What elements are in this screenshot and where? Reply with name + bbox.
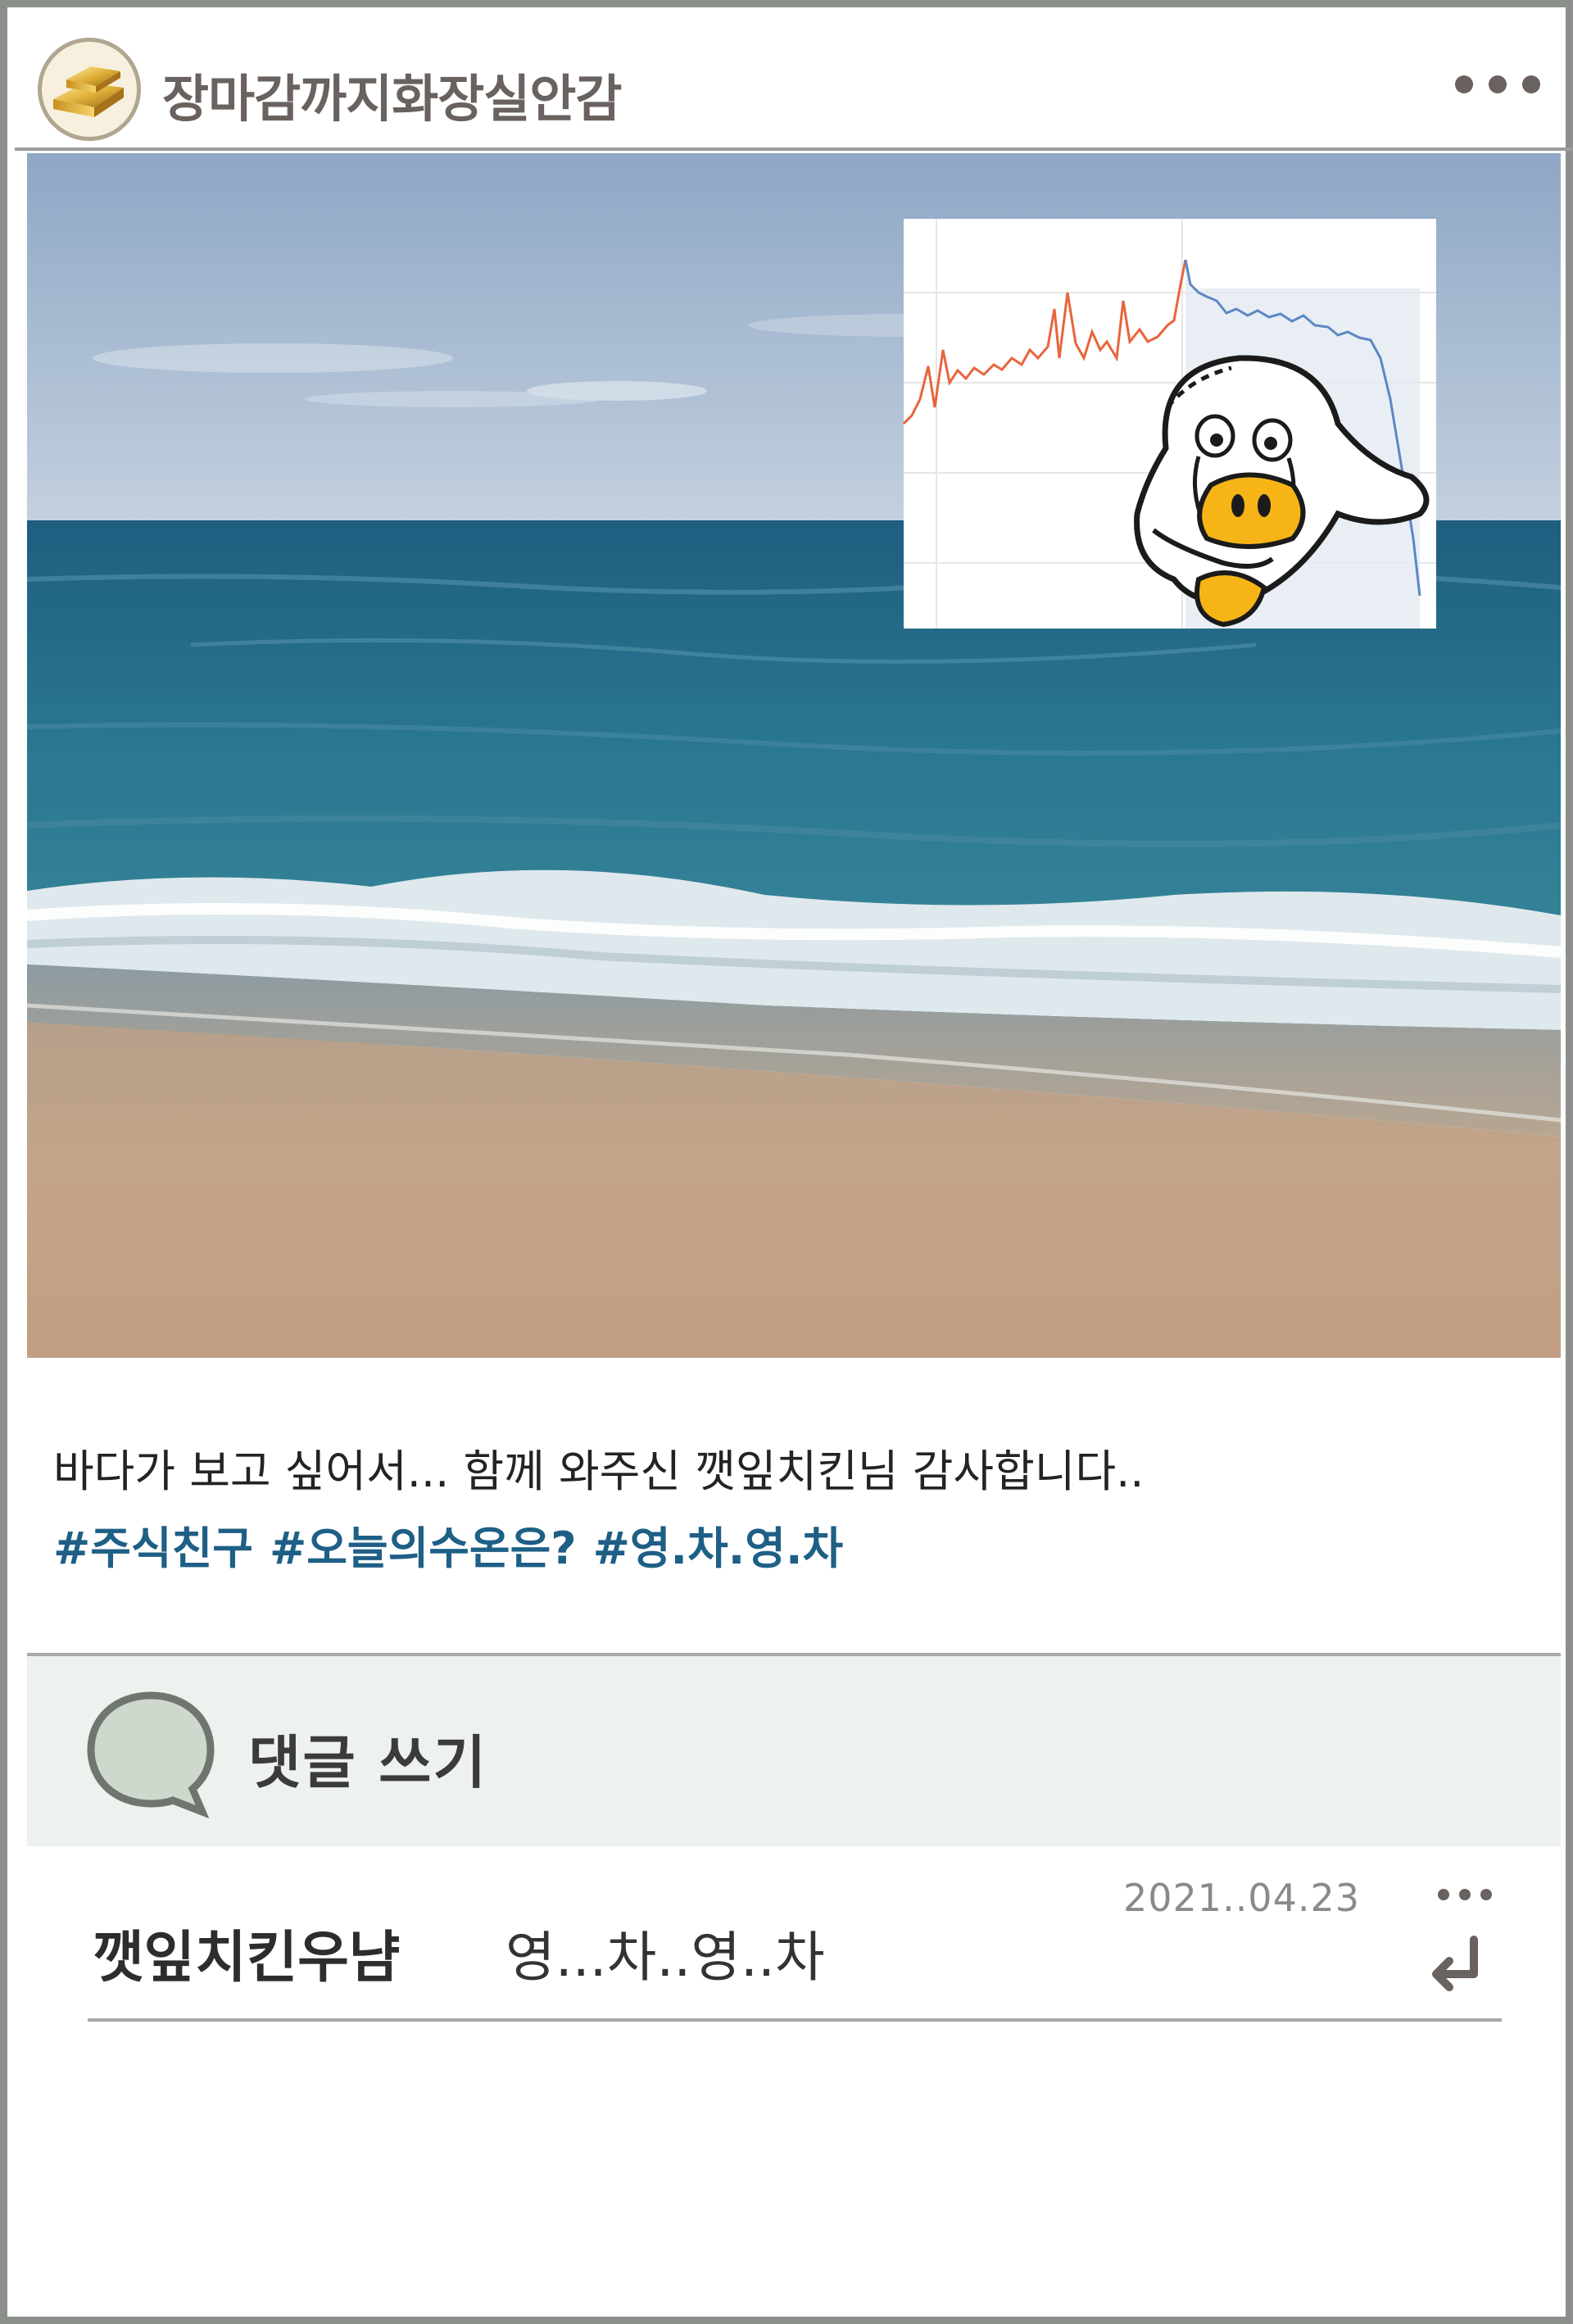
- more-dots-icon: [1455, 75, 1473, 93]
- gold-bar-icon: [53, 66, 124, 117]
- caption-text: 바다가 보고 싶어서... 함께 와주신 깻잎치킨님 감사합니다..: [53, 1446, 1145, 1497]
- more-options-button[interactable]: [1455, 72, 1540, 97]
- more-dots-icon: [1438, 1889, 1449, 1900]
- comment-item: 깻잎치킨우냠 영...차..영..차 2021..04.23: [27, 1846, 1561, 2023]
- comment-divider: [88, 2018, 1502, 2022]
- write-comment-label: 댓글 쓰기: [248, 1729, 487, 1796]
- hashtag[interactable]: #영.차.영.차: [593, 1523, 844, 1574]
- username[interactable]: 장마감까지화장실안감: [162, 57, 622, 131]
- reply-arrow-icon[interactable]: [1420, 1928, 1494, 2002]
- comment-author[interactable]: 깻잎치킨우냠: [93, 1912, 400, 1993]
- avatar[interactable]: [38, 38, 141, 141]
- comment-more-button[interactable]: [1438, 1887, 1492, 1902]
- hashtag[interactable]: #주식친구: [53, 1523, 253, 1574]
- beach-photo: [27, 153, 1561, 1358]
- post-header: 장마감까지화장실안감: [15, 15, 1573, 151]
- write-comment-button[interactable]: 댓글 쓰기: [27, 1653, 1561, 1846]
- post-card: 장마감까지화장실안감 바다가 보고 싶어서... 함께 와주신 깻잎치킨님 감사…: [0, 0, 1573, 2324]
- speech-bubble-icon: [87, 1691, 215, 1819]
- post-photo: [27, 153, 1561, 1358]
- comment-date: 2021..04.23: [1123, 1876, 1360, 1920]
- hashtag-list: #주식친구 #오늘의수온은? #영.차.영.차: [53, 1510, 1528, 1587]
- hashtag[interactable]: #오늘의수온은?: [270, 1523, 577, 1574]
- comment-text: 영...차..영..차: [505, 1926, 825, 1989]
- post-caption: 바다가 보고 싶어서... 함께 와주신 깻잎치킨님 감사합니다.. #주식친구…: [53, 1433, 1528, 1587]
